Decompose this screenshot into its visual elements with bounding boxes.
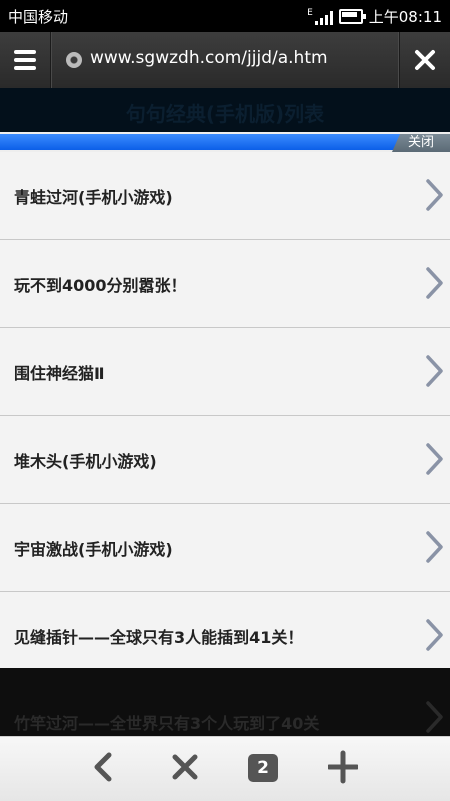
chevron-right-icon (424, 354, 444, 388)
battery-icon (338, 9, 366, 24)
list-item[interactable]: 玩不到4000分别嚣张！ (0, 240, 450, 328)
network-type: E (307, 7, 313, 18)
accent-bar (0, 134, 400, 150)
back-button[interactable] (78, 747, 128, 791)
back-icon (94, 752, 112, 782)
list-item-label: 堆木头(手机小游戏) (14, 452, 157, 471)
page-title: 句句经典(手机版)列表 (125, 102, 325, 126)
tabs-button[interactable]: 2 (248, 754, 278, 782)
plus-icon (328, 750, 358, 784)
list-item-label: 见缝插针——全球只有3人能插到41关！ (14, 628, 304, 647)
list-item[interactable]: 围住神经猫Ⅱ (0, 328, 450, 416)
list-item[interactable]: 见缝插针——全球只有3人能插到41关！ (0, 592, 450, 668)
chevron-right-icon (424, 442, 444, 476)
carrier-name: 中国移动 (8, 8, 69, 26)
close-page-button[interactable] (399, 32, 450, 88)
close-icon (172, 754, 198, 780)
status-bar: 中国移动 E 上午08:11 (0, 0, 450, 32)
stop-button[interactable] (160, 747, 210, 791)
list-item[interactable]: 青蛙过河(手机小游戏) (0, 152, 450, 240)
close-icon (415, 50, 435, 70)
clock: 上午08:11 (368, 8, 442, 26)
site-icon (66, 52, 82, 68)
chevron-right-icon (424, 266, 444, 300)
close-panel-button[interactable]: 关闭 (392, 134, 450, 152)
list-item[interactable]: 堆木头(手机小游戏) (0, 416, 450, 504)
background-list-item-label: 竹竿过河——全世界只有3个人玩到了40关 (14, 714, 320, 733)
list-item-label: 围住神经猫Ⅱ (14, 364, 105, 383)
list-panel: 关闭 青蛙过河(手机小游戏) 玩不到4000分别嚣张！ 围住神经猫Ⅱ 堆木头(手… (0, 132, 450, 668)
chevron-right-icon (424, 618, 444, 652)
status-icons: E 上午08:11 (307, 6, 442, 27)
bottom-toolbar (0, 736, 450, 801)
url-field[interactable]: www.sgwzdh.com/jjjd/a.htm (90, 48, 328, 68)
chevron-right-icon (424, 700, 444, 738)
menu-button[interactable] (0, 32, 51, 88)
browser-toolbar: www.sgwzdh.com/jjjd/a.htm (0, 32, 450, 89)
list-item[interactable]: 宇宙激战(手机小游戏) (0, 504, 450, 592)
list-item-label: 玩不到4000分别嚣张！ (14, 276, 187, 295)
signal-icon: E (307, 7, 333, 25)
chevron-right-icon (424, 178, 444, 212)
list-item-label: 宇宙激战(手机小游戏) (14, 540, 173, 559)
chevron-right-icon (424, 530, 444, 564)
list-item-label: 青蛙过河(手机小游戏) (14, 188, 173, 207)
panel-header: 关闭 (0, 132, 450, 152)
new-tab-button[interactable] (318, 747, 368, 791)
